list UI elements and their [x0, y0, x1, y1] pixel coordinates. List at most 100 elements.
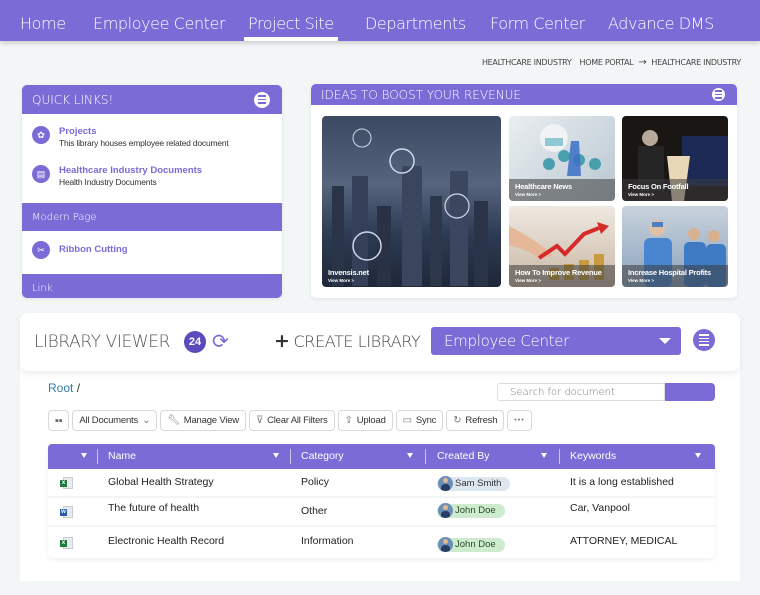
caret-down-icon [659, 338, 671, 344]
view-more-link[interactable]: View More > [515, 277, 609, 284]
filter-icon[interactable] [273, 453, 279, 458]
table-row[interactable]: x Global Health Strategy Policy Sam Smit… [48, 469, 715, 498]
view-more-link[interactable]: View More > [628, 277, 722, 284]
created-by-pill[interactable]: John Doe [437, 537, 505, 552]
section-modern-page[interactable]: Modern Page [22, 203, 282, 231]
nav-departments[interactable]: Departments [365, 14, 466, 33]
idea-tile-invensis[interactable]: Invensis.net View More > [322, 116, 501, 287]
column-header-name[interactable]: Name [108, 450, 136, 462]
cell-category: Information [301, 535, 354, 547]
breadcrumb-home-portal[interactable]: HOME PORTAL [580, 58, 634, 67]
created-by-name: Sam Smith [455, 478, 502, 489]
library-toolbar: ▪▪ All Documents ⌄ 🔧︎ Manage View ⊽ Clea… [48, 410, 532, 431]
word-file-icon: w [60, 506, 73, 518]
quick-link-healthcare-documents[interactable]: ▤ Healthcare Industry Documents Health I… [22, 165, 282, 188]
root-link[interactable]: Root [48, 381, 73, 395]
section-link[interactable]: Link [22, 274, 282, 298]
view-more-link[interactable]: View More > [328, 277, 495, 284]
table-row[interactable]: x Electronic Health Record Information J… [48, 527, 715, 558]
upload-label: Upload [356, 415, 386, 426]
idea-tile-title: Invensis.net [328, 268, 369, 277]
sync-button[interactable]: ▭ Sync [395, 410, 444, 431]
cell-category: Policy [301, 476, 330, 488]
quick-link-title[interactable]: Healthcare Industry Documents [59, 165, 202, 177]
column-divider [559, 449, 560, 464]
refresh-icon: ↻ [453, 415, 462, 426]
idea-tile-focus-on-footfall[interactable]: Focus On Footfall View More > [622, 116, 728, 201]
nav-home[interactable]: Home [20, 14, 66, 33]
arrow-right-icon: → [638, 57, 647, 68]
quick-link-title[interactable]: Projects [59, 126, 229, 138]
library-menu-icon[interactable] [693, 329, 715, 351]
view-select[interactable]: All Documents ⌄ [72, 410, 158, 431]
quick-links-header: QUICK LINKS! [22, 85, 282, 114]
table-row[interactable]: w The future of health Other John Doe Ca… [48, 498, 715, 527]
view-toggle-button[interactable]: ▪▪ [48, 410, 70, 431]
view-more-link[interactable]: View More > [515, 191, 609, 198]
breadcrumb-current: HEALTHCARE INDUSTRY [651, 58, 741, 67]
view-select-value: All Documents [79, 415, 139, 426]
created-by-name: John Doe [455, 539, 496, 550]
upload-button[interactable]: ⇪ Upload [337, 410, 393, 431]
idea-tile-hospital-profits[interactable]: Increase Hospital Profits View More > [622, 206, 728, 287]
refresh-icon[interactable]: ⟳ [212, 329, 229, 354]
wrench-icon: 🔧︎ [167, 415, 180, 426]
cell-name[interactable]: Electronic Health Record [108, 535, 224, 547]
refresh-button[interactable]: ↻ Refresh [446, 410, 505, 431]
nav-project-site[interactable]: Project Site [244, 14, 338, 41]
table-header: Name Category Created By Keywords [48, 444, 715, 469]
breadcrumb: HEALTHCARE INDUSTRY HOME PORTAL → HEALTH… [482, 57, 741, 68]
more-options-button[interactable]: ••• [507, 410, 532, 431]
nav-advance-dms[interactable]: Advance DMS [608, 14, 714, 33]
filter-icon[interactable] [695, 453, 701, 458]
quick-links-title: QUICK LINKS! [32, 92, 114, 107]
column-header-category[interactable]: Category [301, 450, 344, 462]
created-by-pill[interactable]: John Doe [437, 503, 505, 518]
breadcrumb-site[interactable]: HEALTHCARE INDUSTRY [482, 58, 572, 67]
create-library-button[interactable]: + CREATE LIBRARY [274, 330, 421, 352]
clear-filters-label: Clear All Filters [267, 415, 328, 426]
projects-icon: ✿ [32, 126, 50, 144]
view-more-link[interactable]: View More > [628, 191, 722, 198]
column-divider [425, 449, 426, 464]
idea-tile-title: Healthcare News [515, 182, 573, 191]
plus-icon: + [274, 330, 290, 352]
filter-icon[interactable] [407, 453, 413, 458]
created-by-name: John Doe [455, 505, 496, 516]
filter-icon[interactable] [541, 453, 547, 458]
idea-tile-title: Focus On Footfall [628, 182, 689, 191]
idea-tile-title: Increase Hospital Profits [628, 268, 711, 277]
cell-keywords: ATTORNEY, MEDICAL [570, 535, 678, 547]
nav-employee-center[interactable]: Employee Center [93, 14, 226, 33]
clear-filters-button[interactable]: ⊽ Clear All Filters [248, 410, 335, 431]
folder-breadcrumb: Root / [48, 381, 80, 395]
menu-icon[interactable] [712, 88, 725, 101]
cell-keywords: Car, Vanpool [570, 502, 630, 514]
ideas-title: IDEAS TO BOOST YOUR REVENUE [321, 87, 521, 102]
cell-category: Other [301, 505, 328, 517]
library-viewer: LIBRARY VIEWER 24 ⟳ + CREATE LIBRARY Empl… [20, 313, 740, 581]
nav-form-center[interactable]: Form Center [490, 14, 585, 33]
menu-icon[interactable] [254, 91, 270, 108]
manage-view-button[interactable]: 🔧︎ Manage View [160, 410, 246, 431]
created-by-pill[interactable]: Sam Smith [437, 476, 511, 491]
cell-name[interactable]: Global Health Strategy [108, 476, 214, 488]
ideas-header: IDEAS TO BOOST YOUR REVENUE [311, 84, 737, 105]
document-search-input[interactable] [497, 383, 665, 401]
more-icon: ••• [514, 417, 525, 424]
idea-tile-improve-revenue[interactable]: How To Improve Revenue View More > [509, 206, 615, 287]
excel-file-icon: x [60, 477, 73, 489]
library-select[interactable]: Employee Center [431, 327, 681, 355]
library-header: LIBRARY VIEWER 24 ⟳ + CREATE LIBRARY Empl… [20, 313, 740, 371]
quick-link-projects[interactable]: ✿ Projects This library houses employee … [22, 126, 282, 149]
cell-name[interactable]: The future of health [108, 502, 199, 514]
filter-icon[interactable] [81, 453, 87, 458]
search-button[interactable] [665, 383, 715, 401]
avatar [438, 537, 453, 552]
column-header-created-by[interactable]: Created By [437, 450, 490, 462]
quick-link-ribbon-cutting[interactable]: ✂ Ribbon Cutting [22, 241, 282, 269]
column-header-keywords[interactable]: Keywords [570, 450, 616, 462]
quick-link-title[interactable]: Ribbon Cutting [59, 244, 128, 256]
idea-tile-healthcare-news[interactable]: Healthcare News View More > [509, 116, 615, 201]
create-library-label: CREATE LIBRARY [293, 332, 421, 351]
